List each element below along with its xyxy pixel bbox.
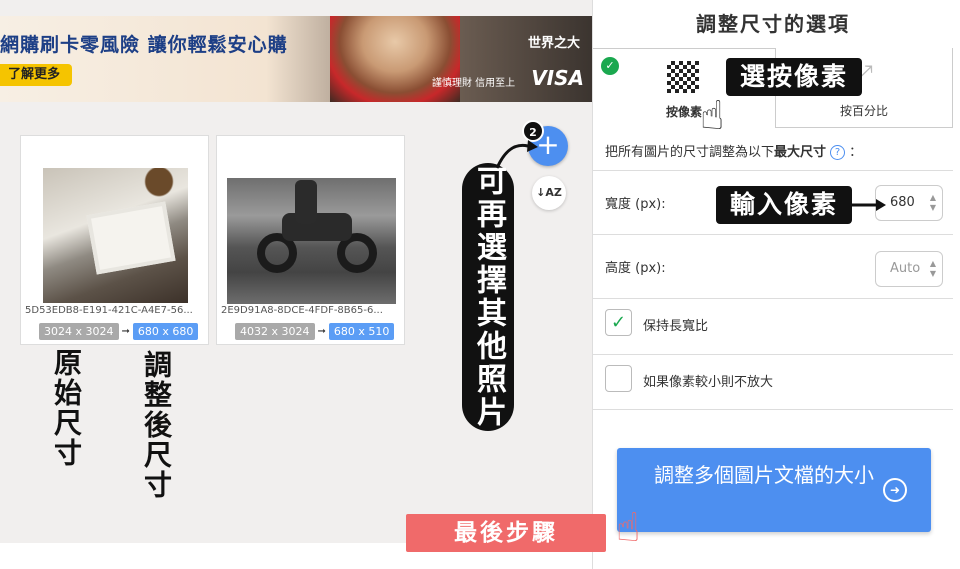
resize-button-label: 調整多個圖片文檔的大小 (654, 463, 874, 487)
image-card[interactable]: 5D53EDB8-E191-421C-A4E7-56... 3024 x 302… (20, 135, 209, 345)
arrow-right-icon: ➞ (317, 326, 326, 337)
width-input[interactable]: 680 ▲ ▼ (875, 185, 943, 221)
image-dimensions: 4032 x 3024 ➞ 680 x 510 (235, 323, 395, 340)
tab-by-percent-label: 按百分比 (839, 104, 888, 118)
annotation-original-size: 原始尺寸 (50, 348, 83, 468)
ad-photo (330, 16, 460, 102)
width-value: 680 (890, 195, 915, 210)
resized-size-pill: 680 x 680 (132, 323, 199, 340)
keep-ratio-label: 保持長寬比 (643, 319, 709, 334)
no-enlarge-label: 如果像素較小則不放大 (643, 375, 774, 390)
height-input[interactable]: Auto ▲ ▼ (875, 251, 943, 287)
image-card[interactable]: 2E9D91A8-8DCE-4FDF-8B65-6... 4032 x 3024… (216, 135, 405, 345)
sort-az-icon[interactable]: ↓AZ (532, 176, 566, 210)
max-size-suffix: ： (849, 145, 863, 160)
annotation-final-step: 最後步驟 (406, 514, 606, 552)
image-thumbnail (227, 178, 396, 304)
image-count-badge: 2 (522, 120, 544, 142)
image-filename: 2E9D91A8-8DCE-4FDF-8B65-6... (221, 305, 383, 316)
pointing-hand-icon: ☝ (700, 93, 725, 139)
visa-logo: VISA (531, 66, 584, 90)
advertisement-banner[interactable]: 網購刷卡零風險 讓你輕鬆安心購 了解更多 世界之大 謹慎理財 信用至上 VISA (0, 16, 592, 102)
panel-title: 調整尺寸的選項 (696, 12, 850, 36)
no-enlarge-row: 如果像素較小則不放大 (593, 354, 953, 410)
image-dimensions: 3024 x 3024 ➞ 680 x 680 (39, 323, 199, 340)
height-label: 高度 (px): (605, 261, 666, 276)
ad-brand: 世界之大 (527, 36, 580, 51)
help-icon[interactable]: ? (830, 145, 846, 160)
original-size-pill: 4032 x 3024 (235, 323, 315, 340)
image-thumbnail (43, 168, 188, 303)
height-row: 高度 (px): Auto ▲ ▼ (593, 234, 953, 298)
resize-images-button[interactable]: 調整多個圖片文檔的大小 ➜ (617, 448, 931, 532)
width-label: 寬度 (px): (605, 197, 666, 212)
keep-ratio-row: ✓ 保持長寬比 (593, 298, 953, 354)
no-enlarge-checkbox[interactable] (605, 365, 632, 392)
ad-subtext: 謹慎理財 信用至上 (432, 78, 516, 89)
pointing-hand-icon: ☝ (616, 505, 641, 551)
pixel-grid-icon (667, 61, 699, 93)
ad-learn-more-button[interactable]: 了解更多 (0, 64, 73, 86)
arrow-right-icon: ➞ (121, 326, 130, 337)
max-size-instruction: 把所有圖片的尺寸調整為以下最大尺寸? ： (605, 141, 862, 160)
annotation-resized-size: 調整後尺寸 (140, 350, 173, 500)
max-size-bold: 最大尺寸 (774, 145, 827, 160)
ad-headline: 網購刷卡零風險 讓你輕鬆安心購 (0, 34, 288, 56)
max-size-prefix: 把所有圖片的尺寸調整為以下 (605, 145, 775, 160)
stepper-arrows-icon[interactable]: ▲ ▼ (930, 193, 936, 213)
image-filename: 5D53EDB8-E191-421C-A4E7-56... (25, 305, 193, 316)
annotation-enter-pixels: 輸入像素 (716, 186, 852, 224)
height-placeholder: Auto (890, 261, 921, 276)
arrow-right-circle-icon: ➜ (883, 478, 907, 502)
keep-ratio-checkbox[interactable]: ✓ (605, 309, 632, 336)
resized-size-pill: 680 x 510 (328, 323, 395, 340)
tab-by-pixels-label: 按像素 (665, 105, 702, 119)
check-circle-icon: ✓ (601, 57, 619, 75)
annotation-choose-pixels: 選按像素 (726, 58, 862, 96)
stepper-arrows-icon[interactable]: ▲ ▼ (930, 259, 936, 279)
original-size-pill: 3024 x 3024 (39, 323, 119, 340)
annotation-choose-more: 可再選擇其他照片 (462, 163, 514, 431)
image-workspace: 網購刷卡零風險 讓你輕鬆安心購 了解更多 世界之大 謹慎理財 信用至上 VISA… (0, 0, 592, 543)
